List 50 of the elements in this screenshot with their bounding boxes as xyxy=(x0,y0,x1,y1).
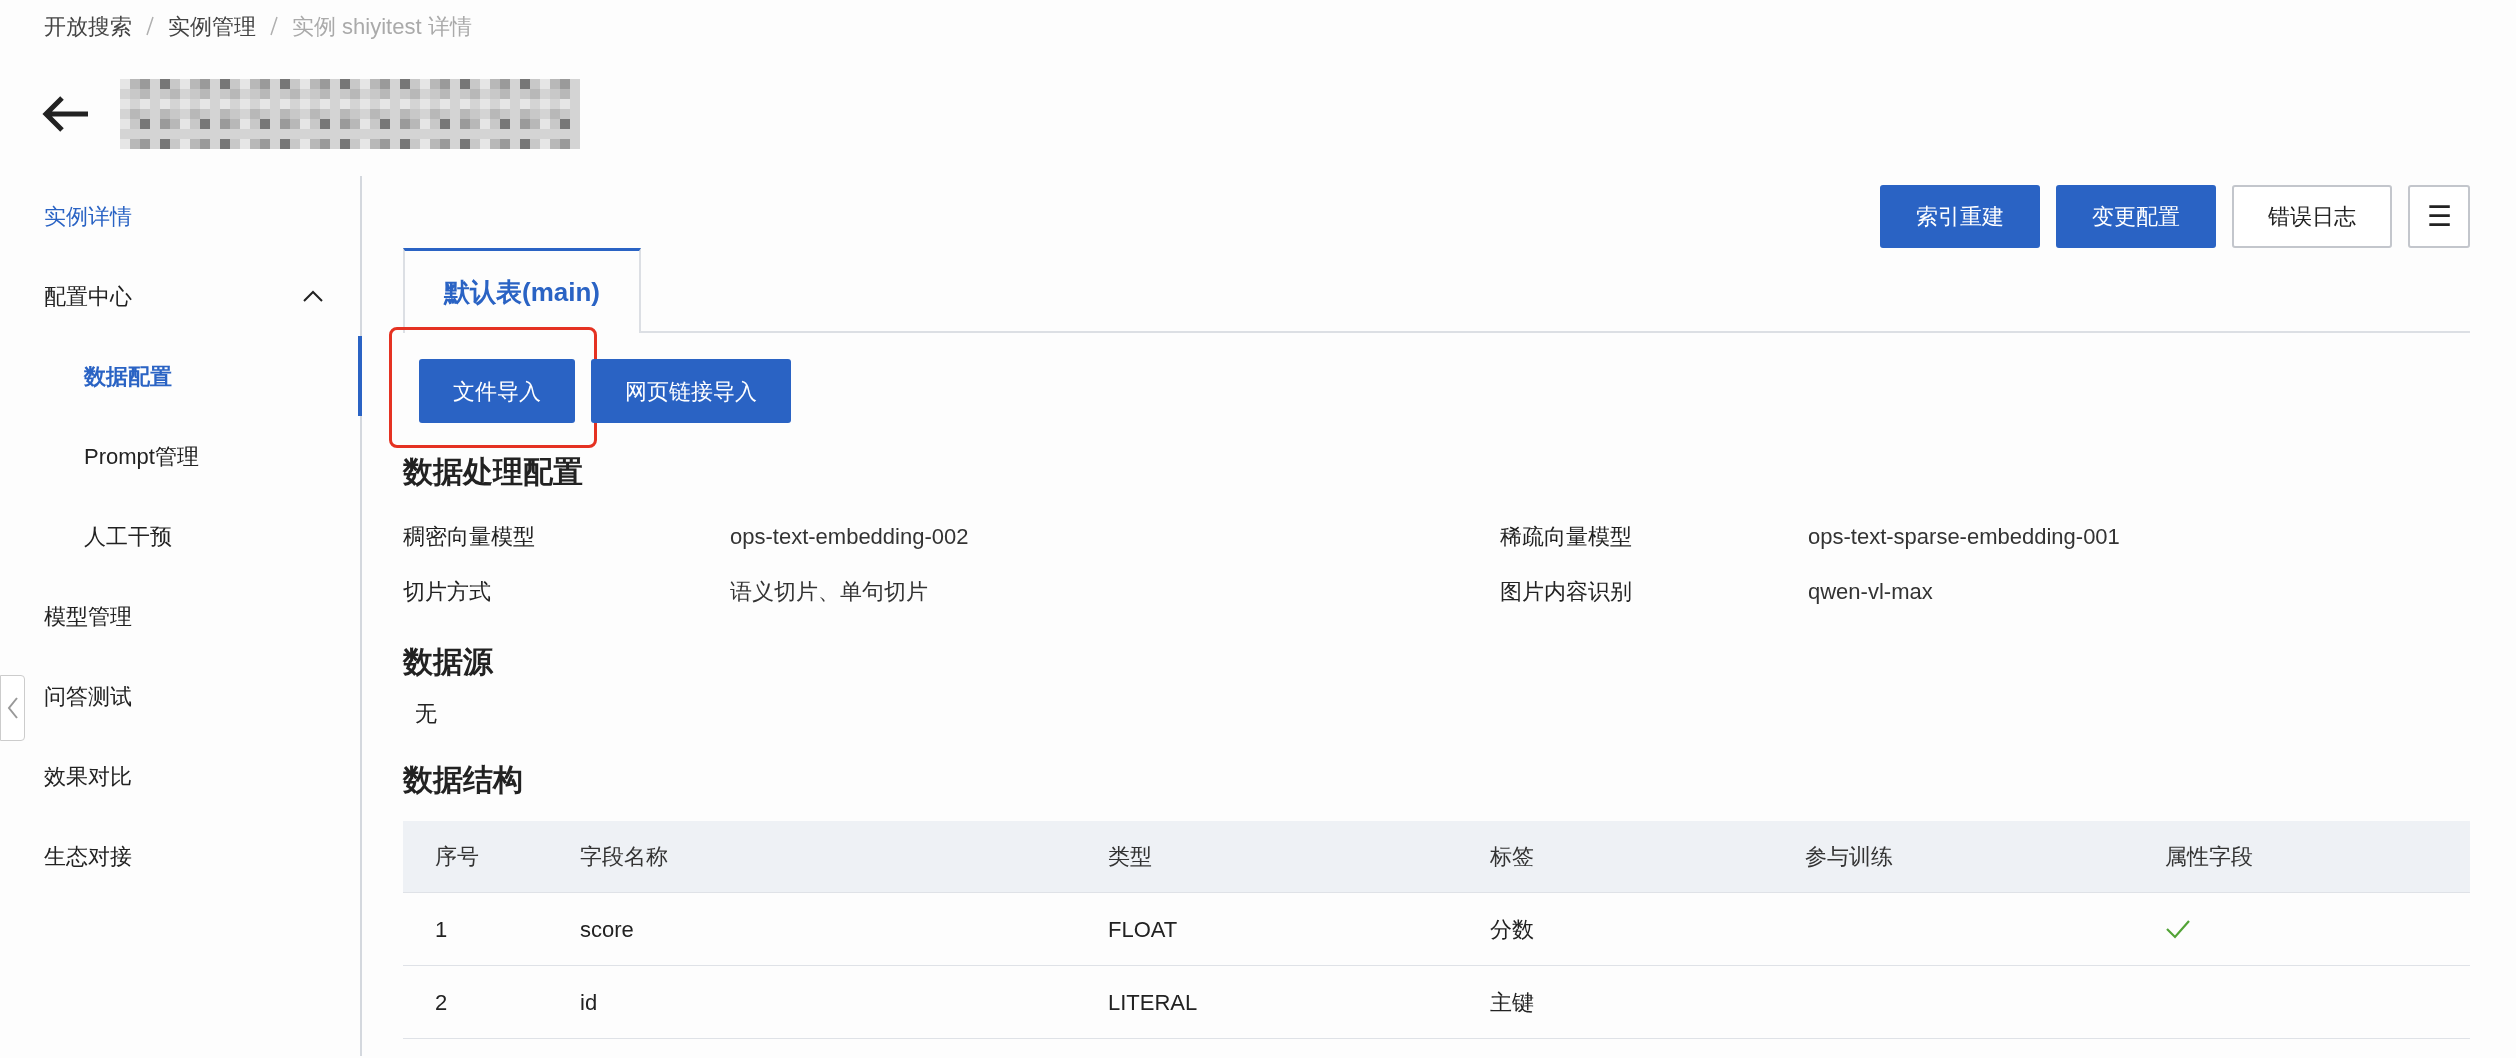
field-value: ops-text-embedding-002 xyxy=(730,523,970,551)
breadcrumb-separator-icon xyxy=(270,16,278,36)
field-value: ops-text-sparse-embedding-001 xyxy=(1808,523,2121,551)
breadcrumb-item[interactable]: 实例管理 xyxy=(168,9,256,43)
column-header: 序号 xyxy=(435,843,480,871)
chevron-up-icon[interactable] xyxy=(302,289,324,303)
sidebar-item[interactable]: 效果对比 xyxy=(26,736,360,816)
sidebar-item[interactable]: 配置中心 xyxy=(26,256,360,336)
breadcrumb-item[interactable]: 开放搜索 xyxy=(44,9,132,43)
field-value: qwen-vl-max xyxy=(1808,578,1934,606)
sidebar-item[interactable]: 数据配置 xyxy=(26,336,362,416)
toolbar-button[interactable]: 索引重建 xyxy=(1880,185,2040,248)
field-label: 切片方式 xyxy=(403,578,492,606)
field-label: 稀疏向量模型 xyxy=(1500,523,1633,551)
field-value: 无 xyxy=(414,700,438,728)
table-cell-text: 1 xyxy=(435,915,449,944)
table-cell-text: id xyxy=(580,988,599,1017)
toolbar-button[interactable]: 错误日志 xyxy=(2232,185,2392,248)
section-title: 数据源 xyxy=(403,644,494,680)
field-value: 语义切片、单句切片 xyxy=(730,578,929,606)
column-header: 字段名称 xyxy=(580,843,669,871)
sidebar-item[interactable]: 生态对接 xyxy=(26,816,360,896)
sidebar-item[interactable]: 问答测试 xyxy=(26,656,360,736)
menu-button[interactable]: ☰ xyxy=(2408,185,2470,248)
back-arrow-icon[interactable] xyxy=(42,95,90,133)
column-header: 标签 xyxy=(1490,843,1535,871)
table-cell-text: LITERAL xyxy=(1108,988,1199,1017)
field-label: 图片内容识别 xyxy=(1500,578,1633,606)
column-header: 属性字段 xyxy=(2165,843,2254,871)
import-button[interactable]: 网页链接导入 xyxy=(591,359,791,423)
toolbar-button[interactable]: 变更配置 xyxy=(2056,185,2216,248)
table-cell-text: 主键 xyxy=(1490,988,1535,1017)
chevron-left-icon xyxy=(6,696,19,720)
sidebar-item[interactable]: 人工干预 xyxy=(26,496,360,576)
column-header: 类型 xyxy=(1108,843,1153,871)
breadcrumb-separator-icon xyxy=(146,16,154,36)
sidebar-item[interactable]: 模型管理 xyxy=(26,576,360,656)
section-title: 数据结构 xyxy=(403,762,524,798)
table-cell-text: score xyxy=(580,915,635,944)
tab[interactable]: 默认表(main) xyxy=(403,248,641,333)
breadcrumb-item: 实例 shiyitest 详情 xyxy=(292,12,472,41)
import-button[interactable]: 文件导入 xyxy=(419,359,575,423)
section-title: 数据处理配置 xyxy=(403,454,584,490)
field-label: 稠密向量模型 xyxy=(403,523,536,551)
table-cell-text: 2 xyxy=(435,988,449,1017)
table-cell-text: 分数 xyxy=(1490,915,1535,944)
sidebar-item[interactable]: 实例详情 xyxy=(26,176,360,256)
sidebar-item[interactable]: Prompt管理 xyxy=(26,416,360,496)
column-header: 参与训练 xyxy=(1805,843,1894,871)
table-cell-text: FLOAT xyxy=(1108,915,1179,944)
